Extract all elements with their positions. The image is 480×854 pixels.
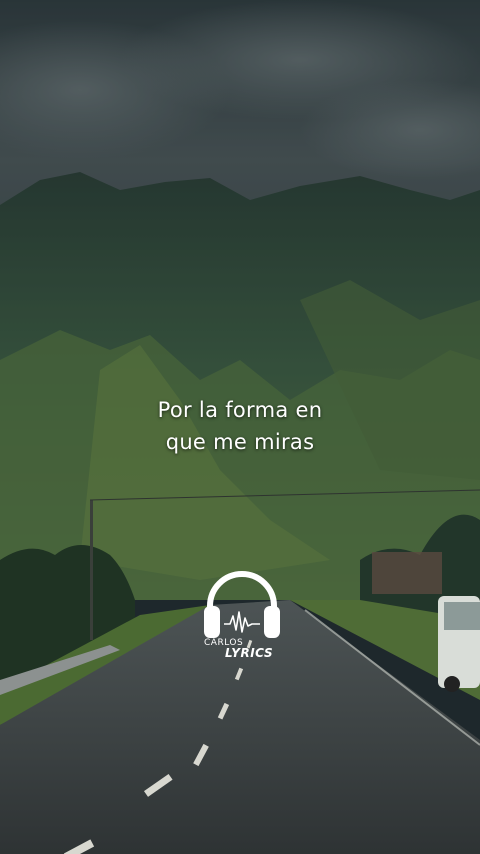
- headphones-icon: [204, 571, 280, 638]
- lyric-line-1: Por la forma en: [157, 398, 323, 422]
- watermark-bottom-text: LYRICS: [225, 646, 274, 660]
- lyric-line-2: que me miras: [165, 430, 315, 454]
- channel-watermark: CARLOS LYRICS: [200, 566, 284, 666]
- car-window: [444, 602, 480, 630]
- building: [372, 552, 442, 594]
- lyric-caption: Por la forma en que me miras: [0, 394, 480, 458]
- utility-pole: [90, 500, 93, 640]
- video-frame: Por la forma en que me miras CARLOS LYRI…: [0, 0, 480, 854]
